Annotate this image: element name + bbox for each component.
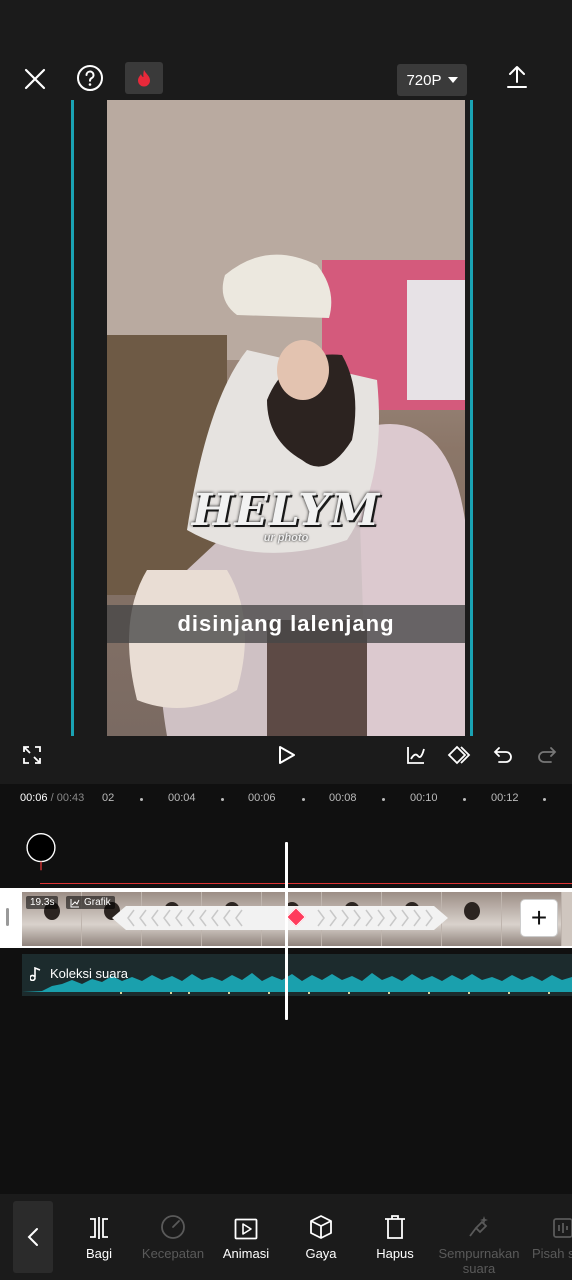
time-tick: 00:04 <box>168 792 196 804</box>
time-tick: 00:12 <box>491 792 519 804</box>
keyframe-icon <box>447 745 471 765</box>
preview-frame[interactable]: HELYM ur photo disinjang lalenjang <box>107 100 465 736</box>
caption-text[interactable]: disinjang lalenjang <box>107 605 465 643</box>
tool-style[interactable]: Gaya <box>281 1206 361 1261</box>
animation-icon <box>234 1218 258 1240</box>
time-tick: 02 <box>102 792 115 804</box>
export-button[interactable] <box>500 60 534 94</box>
back-button[interactable] <box>13 1201 53 1273</box>
delete-icon <box>385 1215 405 1239</box>
graph-button[interactable] <box>401 740 431 770</box>
redo-icon <box>538 747 557 763</box>
speed-curve-band <box>112 906 448 930</box>
time-ruler: 00:06 / 00:43 02 00:04 00:06 00:08 00:10… <box>0 790 572 814</box>
chevron-left-icon <box>27 1228 38 1246</box>
clip-graph-badge: Grafik <box>66 896 115 909</box>
tool-separate: Pisah s <box>526 1206 572 1261</box>
fullscreen-icon <box>23 746 41 764</box>
clip-duration-badge: 19.3s <box>26 896 59 909</box>
add-clip-button[interactable]: + <box>521 900 557 936</box>
watermark-logo: HELYM ur photo <box>107 485 465 544</box>
fullscreen-button[interactable] <box>17 740 47 770</box>
canvas-border-right <box>470 100 473 736</box>
resolution-label: 720P <box>406 71 442 89</box>
redo-button[interactable] <box>532 740 562 770</box>
enhance-voice-icon <box>469 1216 488 1237</box>
time-tick: 00:10 <box>410 792 438 804</box>
time-tick: 00:08 <box>329 792 357 804</box>
canvas-border-left <box>71 100 74 736</box>
cover-marker-icon[interactable] <box>24 832 58 872</box>
tool-split[interactable]: Bagi <box>59 1206 139 1261</box>
audio-track-label: Koleksi suara <box>30 966 128 981</box>
upload-icon <box>507 66 527 88</box>
time-tick: 00:06 <box>248 792 276 804</box>
resolution-dropdown[interactable]: 720P <box>397 64 467 96</box>
caret-down-icon <box>447 77 458 83</box>
split-icon <box>90 1217 108 1239</box>
tool-speed: Kecepatan <box>133 1206 213 1261</box>
separate-icon <box>553 1218 572 1238</box>
graph-icon <box>407 747 425 764</box>
speed-icon <box>161 1215 185 1239</box>
music-note-icon <box>30 966 41 981</box>
play-icon <box>279 746 295 764</box>
close-icon <box>24 68 46 90</box>
undo-button[interactable] <box>488 740 518 770</box>
play-button[interactable] <box>272 740 302 770</box>
help-button[interactable] <box>74 62 106 94</box>
trim-handle-left[interactable] <box>6 908 9 926</box>
undo-icon <box>493 747 512 763</box>
help-icon <box>77 65 103 91</box>
tool-animation[interactable]: Animasi <box>206 1206 286 1261</box>
close-button[interactable] <box>18 62 52 96</box>
tool-enhance-voice: Sempurnakan suara <box>437 1206 521 1276</box>
graph-small-icon <box>70 898 80 907</box>
flame-icon <box>138 70 150 87</box>
keyframe-button[interactable] <box>445 740 475 770</box>
style-cube-icon <box>310 1215 332 1239</box>
logo-text: HELYM <box>191 485 381 536</box>
track-marker-line <box>40 883 572 884</box>
tool-delete[interactable]: Hapus <box>355 1206 435 1261</box>
playhead[interactable] <box>285 842 288 1020</box>
current-time: 00:06 / 00:43 <box>20 792 85 804</box>
logo-subtitle: ur photo <box>263 532 309 544</box>
flame-button[interactable] <box>125 62 163 94</box>
